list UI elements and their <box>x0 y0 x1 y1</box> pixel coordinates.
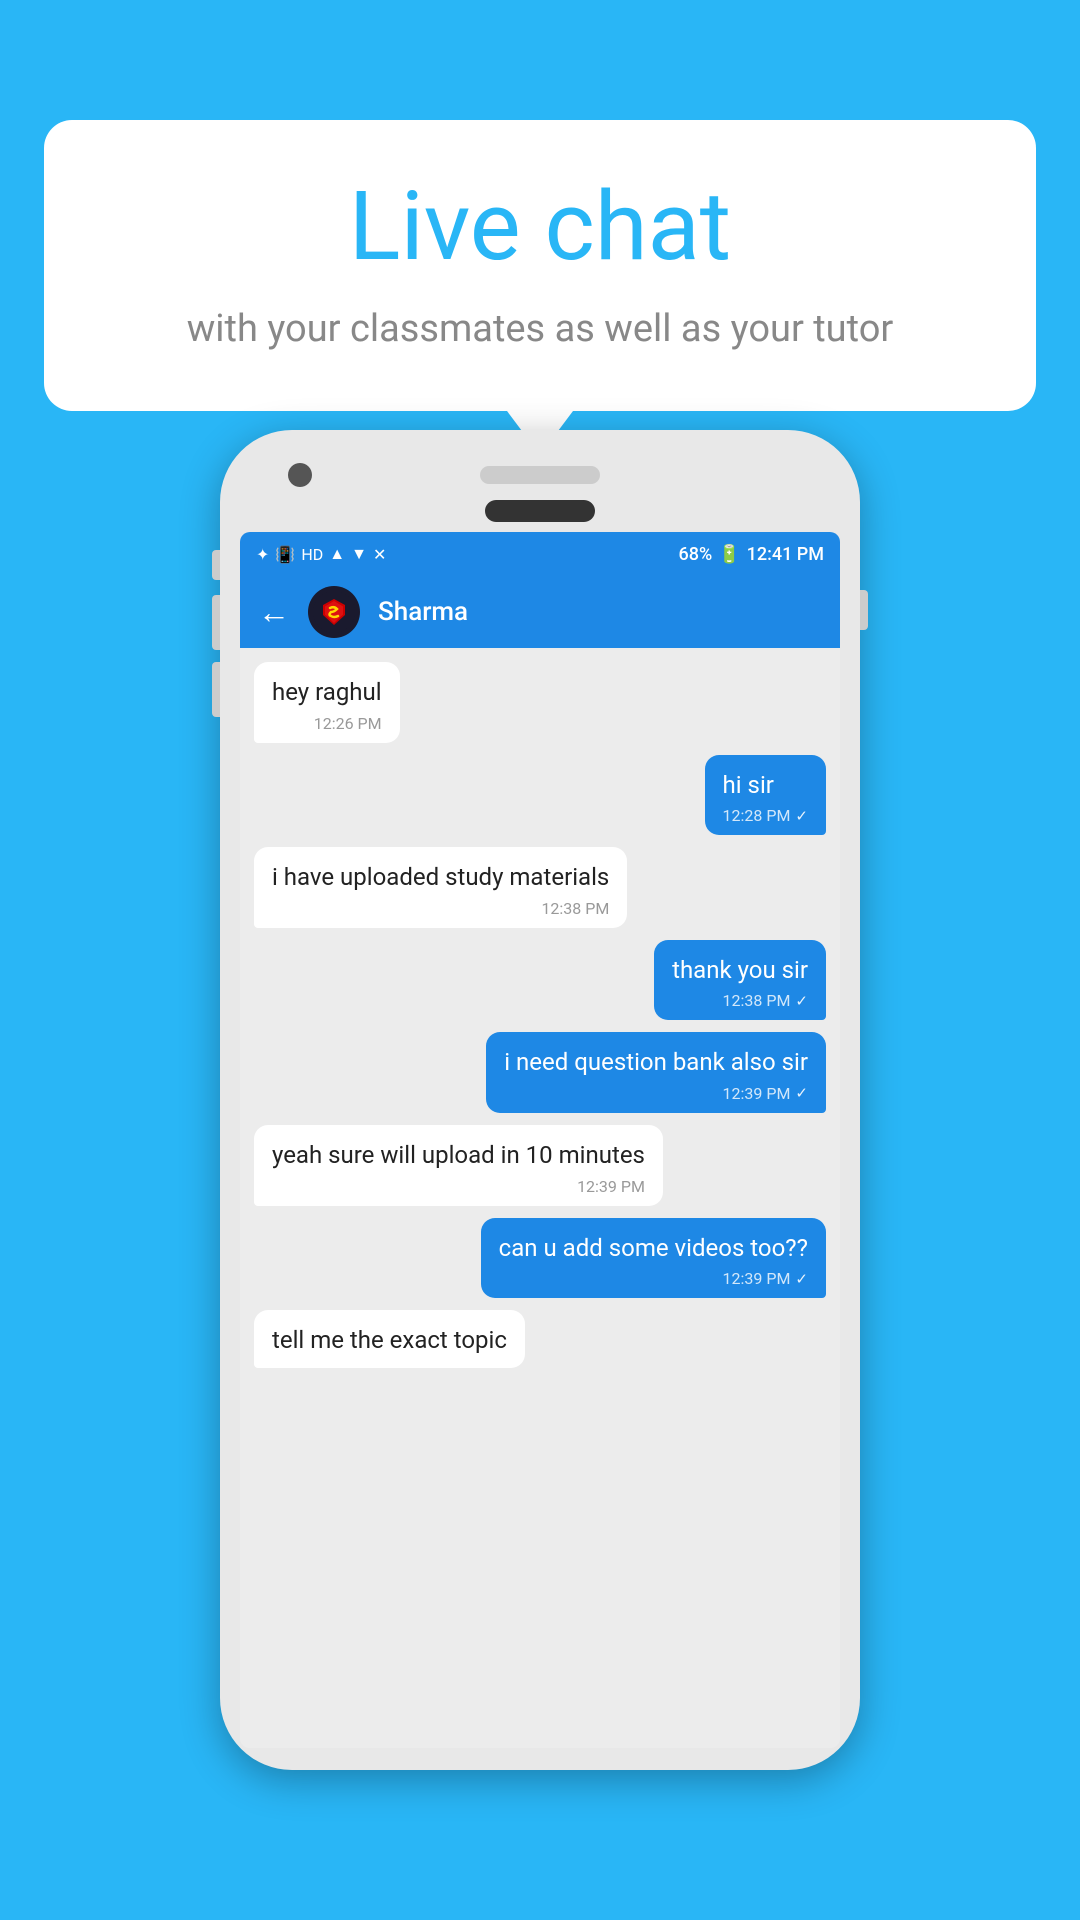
message-row: yeah sure will upload in 10 minutes 12:3… <box>254 1125 826 1206</box>
speech-bubble: Live chat with your classmates as well a… <box>44 120 1036 411</box>
phone-top-bar <box>240 452 840 500</box>
message-meta: 12:28 PM ✓ <box>723 806 808 825</box>
phone-outer: ✦ 📳 HD ▲ ▼ ✕ 68% 🔋 12:41 PM ← <box>220 430 860 1770</box>
message-time: 12:39 PM <box>723 1269 791 1288</box>
message-meta: 12:39 PM <box>272 1177 645 1196</box>
message-row: i need question bank also sir 12:39 PM ✓ <box>254 1032 826 1113</box>
avatar <box>308 586 360 638</box>
message-meta: 12:38 PM <box>272 899 609 918</box>
message-text: tell me the exact topic <box>272 1324 507 1358</box>
message-row: hey raghul 12:26 PM <box>254 662 826 743</box>
power-button <box>860 590 868 630</box>
chat-area: hey raghul 12:26 PM hi sir 12:28 PM ✓ <box>240 648 840 1748</box>
message-bubble: hi sir 12:28 PM ✓ <box>705 755 826 836</box>
message-row: thank you sir 12:38 PM ✓ <box>254 940 826 1021</box>
message-time: 12:26 PM <box>314 714 382 733</box>
message-bubble: i have uploaded study materials 12:38 PM <box>254 847 627 928</box>
bluetooth-icon: ✦ <box>256 545 269 564</box>
message-row: hi sir 12:28 PM ✓ <box>254 755 826 836</box>
check-icon: ✓ <box>795 992 808 1010</box>
message-text: i need question bank also sir <box>504 1046 808 1080</box>
message-time: 12:28 PM <box>723 806 791 825</box>
live-chat-subtitle: with your classmates as well as your tut… <box>114 303 966 356</box>
vibrate-icon: 📳 <box>275 545 295 564</box>
message-meta: 12:38 PM ✓ <box>672 991 808 1010</box>
message-time: 12:39 PM <box>577 1177 645 1196</box>
message-bubble: yeah sure will upload in 10 minutes 12:3… <box>254 1125 663 1206</box>
signal-icon: ▼ <box>351 544 367 564</box>
status-right: 68% 🔋 12:41 PM <box>678 544 824 565</box>
message-meta: 12:39 PM ✓ <box>499 1269 808 1288</box>
message-time: 12:38 PM <box>723 991 791 1010</box>
battery-icon: 🔋 <box>718 544 740 565</box>
superman-avatar-icon <box>313 591 355 633</box>
message-row: tell me the exact topic <box>254 1310 826 1368</box>
message-bubble: can u add some videos too?? 12:39 PM ✓ <box>481 1218 826 1299</box>
check-icon: ✓ <box>795 1270 808 1288</box>
message-bubble: hey raghul 12:26 PM <box>254 662 400 743</box>
check-icon: ✓ <box>795 1084 808 1102</box>
app-bar: ← Sharma <box>240 576 840 648</box>
status-icons-left: ✦ 📳 HD ▲ ▼ ✕ <box>256 544 386 564</box>
message-text: hi sir <box>723 769 808 803</box>
back-button[interactable]: ← <box>258 593 290 631</box>
phone-screen: ✦ 📳 HD ▲ ▼ ✕ 68% 🔋 12:41 PM ← <box>240 532 840 1748</box>
check-icon: ✓ <box>795 807 808 825</box>
message-time: 12:39 PM <box>723 1084 791 1103</box>
message-bubble-partial: tell me the exact topic <box>254 1310 525 1368</box>
message-row: can u add some videos too?? 12:39 PM ✓ <box>254 1218 826 1299</box>
signal2-icon: ✕ <box>373 545 386 564</box>
speech-bubble-container: Live chat with your classmates as well a… <box>44 120 1036 411</box>
message-meta: 12:39 PM ✓ <box>504 1084 808 1103</box>
status-bar: ✦ 📳 HD ▲ ▼ ✕ 68% 🔋 12:41 PM <box>240 532 840 576</box>
message-bubble: i need question bank also sir 12:39 PM ✓ <box>486 1032 826 1113</box>
volume-down-button <box>212 595 220 650</box>
volume-up-button <box>212 550 220 580</box>
phone-mockup: ✦ 📳 HD ▲ ▼ ✕ 68% 🔋 12:41 PM ← <box>220 430 860 1770</box>
message-time: 12:38 PM <box>541 899 609 918</box>
clock: 12:41 PM <box>747 544 824 565</box>
hd-icon: HD <box>301 545 323 564</box>
live-chat-title: Live chat <box>114 175 966 281</box>
phone-speaker <box>480 466 600 484</box>
front-camera <box>288 463 312 487</box>
message-text: i have uploaded study materials <box>272 861 609 895</box>
message-bubble: thank you sir 12:38 PM ✓ <box>654 940 826 1021</box>
contact-name-label: Sharma <box>378 597 822 627</box>
battery-percent: 68% <box>678 544 712 565</box>
message-meta: 12:26 PM <box>272 714 382 733</box>
message-row: i have uploaded study materials 12:38 PM <box>254 847 826 928</box>
message-text: yeah sure will upload in 10 minutes <box>272 1139 645 1173</box>
message-text: can u add some videos too?? <box>499 1232 808 1266</box>
earpiece <box>485 500 595 522</box>
message-text: hey raghul <box>272 676 382 710</box>
message-text: thank you sir <box>672 954 808 988</box>
camera-button <box>212 662 220 717</box>
wifi-icon: ▲ <box>329 544 345 564</box>
